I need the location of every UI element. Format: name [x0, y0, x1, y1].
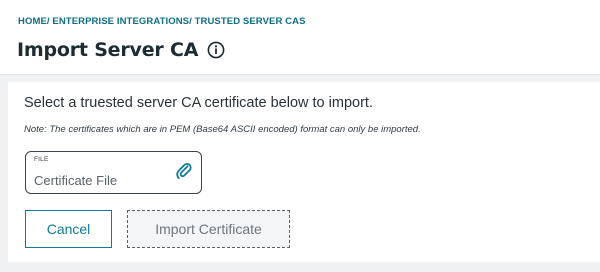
breadcrumb-item-enterprise-integrations[interactable]: ENTERPRISE INTEGRATIONS	[52, 16, 189, 27]
breadcrumb-item-home[interactable]: HOME	[18, 16, 47, 27]
certificate-file-field[interactable]: FILE Certificate File	[25, 151, 202, 194]
import-form-card: Select a truested server CA certificate …	[8, 82, 600, 262]
page-header: HOME/ ENTERPRISE INTEGRATIONS/ TRUSTED S…	[0, 0, 600, 75]
page-title: Import Server CA	[17, 39, 199, 61]
breadcrumb-item-trusted-server-cas[interactable]: TRUSTED SERVER CAS	[195, 16, 306, 27]
file-field-placeholder: Certificate File	[34, 173, 118, 188]
info-circle-icon[interactable]	[207, 41, 225, 59]
paperclip-icon[interactable]	[175, 162, 193, 180]
breadcrumb: HOME/ ENTERPRISE INTEGRATIONS/ TRUSTED S…	[18, 16, 306, 27]
format-note: Note: The certificates which are in PEM …	[24, 124, 421, 135]
intro-text: Select a truested server CA certificate …	[24, 95, 373, 111]
title-row: Import Server CA	[17, 36, 225, 64]
file-field-label: FILE	[34, 156, 49, 163]
cancel-button[interactable]: Cancel	[25, 210, 112, 248]
import-certificate-button[interactable]: Import Certificate	[127, 210, 290, 248]
